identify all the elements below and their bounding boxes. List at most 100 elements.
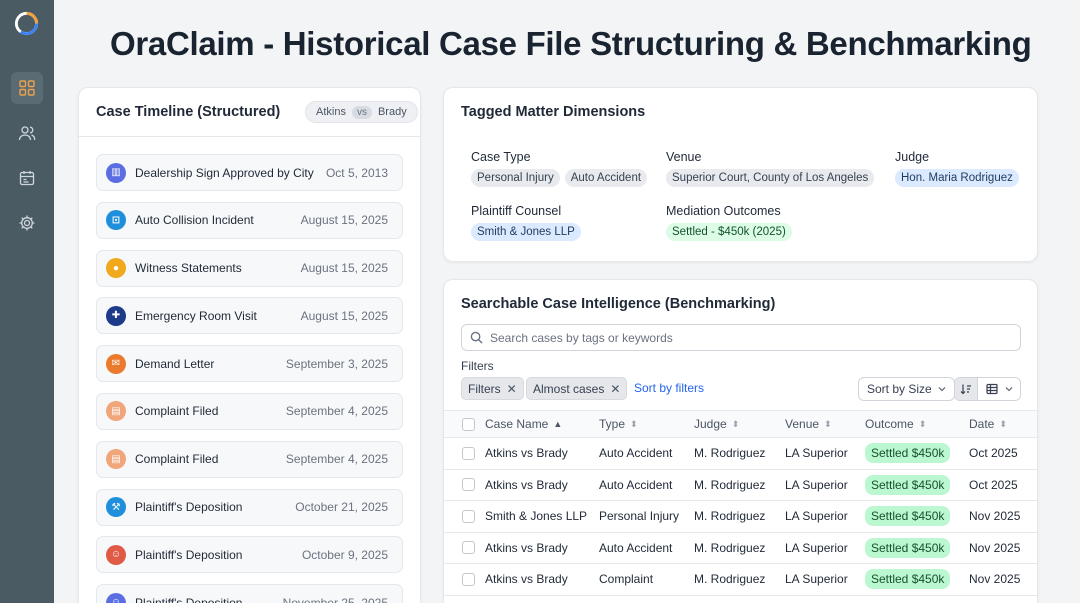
case-timeline-panel: Case Timeline (Structured) Atkins vs Bra… (78, 87, 421, 603)
select-all-checkbox[interactable] (462, 417, 475, 431)
table-cell: Nov 2025 (969, 572, 1021, 587)
table-row[interactable]: Atkins vs Brady Auto Accident M. Rodriguez… (444, 470, 1037, 501)
timeline-event-label: Plaintiff's Deposition (135, 547, 243, 562)
table-row[interactable]: Atkins vs Brady Auto Accident M. Rodriguez… (444, 438, 1037, 470)
timeline-event-date: August 15, 2025 (300, 261, 388, 276)
table-cell: M. Rodriguez (694, 446, 766, 461)
table-cell: LA Superior (785, 477, 848, 492)
list-view-icon (986, 383, 998, 395)
timeline-event-date: September 4, 2025 (285, 452, 388, 467)
timeline-event[interactable]: ● Witness Statements August 15, 2025 (96, 249, 403, 287)
timeline-event-date: September 3, 2025 (285, 356, 388, 371)
filter-chip[interactable]: Filters ✕ (461, 377, 524, 400)
column-header-label: Date (969, 417, 995, 431)
table-row[interactable]: Atkins vs Brady Complaint M. Rodriguez LA S… (444, 564, 1037, 596)
judge-group: Judge Hon. Maria Rodriguez (895, 150, 1019, 187)
timeline-event-date: September 4, 2025 (285, 404, 388, 419)
sidebar-item-dashboard[interactable] (11, 72, 43, 104)
case-type-tag[interactable]: Personal Injury (471, 169, 560, 187)
timeline-event-date: November 25, 2025 (282, 595, 388, 603)
timeline-event-date: August 15, 2025 (300, 308, 388, 323)
row-checkbox[interactable] (462, 541, 475, 555)
document-icon: ▤ (106, 401, 126, 422)
row-checkbox[interactable] (462, 446, 475, 460)
table-row[interactable]: Smith & Jones LLP Personal Injury M. Rodri… (444, 501, 1037, 533)
search-panel-title: Searchable Case Intelligence (Benchmarki… (461, 296, 776, 312)
view-toggle (954, 377, 1021, 401)
judge-tag[interactable]: Hon. Maria Rodriguez (895, 169, 1019, 187)
table-cell: Atkins vs Brady (485, 572, 568, 587)
timeline-event[interactable]: ⊡ Auto Collision Incident August 15, 2025 (96, 201, 403, 239)
table-cell: Nov 2025 (969, 540, 1021, 555)
row-checkbox[interactable] (462, 478, 475, 492)
column-header-outcome[interactable]: Outcome ⬍ (865, 411, 926, 437)
users-icon (18, 126, 36, 141)
sidebar-item-users[interactable] (11, 117, 43, 149)
column-header-judge[interactable]: Judge ⬍ (694, 411, 739, 437)
sidebar-item-calendar[interactable] (11, 162, 43, 194)
plaintiff-counsel-group: Plaintiff Counsel Smith & Jones LLP (471, 204, 581, 241)
filter-chip[interactable]: Almost cases ✕ (526, 377, 628, 400)
sort-order-button[interactable] (955, 378, 979, 400)
divider (79, 136, 420, 137)
timeline-event[interactable]: ✚ Emergency Room Visit August 15, 2025 (96, 297, 403, 335)
timeline-event[interactable]: ☺ Plaintiff's Deposition October 9, 2025 (96, 536, 403, 574)
dimensions-title: Tagged Matter Dimensions (461, 104, 646, 120)
row-checkbox[interactable] (462, 572, 475, 586)
dashboard-icon (19, 80, 35, 96)
timeline-event[interactable]: ✉ Demand Letter September 3, 2025 (96, 345, 403, 383)
column-header-label: Outcome (865, 417, 914, 431)
sidebar-item-settings[interactable] (11, 207, 43, 239)
page-title: OraClaim - Historical Case File Structur… (110, 25, 1032, 62)
car-icon: ⊡ (106, 210, 126, 231)
table-cell: LA Superior (785, 509, 848, 524)
timeline-event-date: August 15, 2025 (300, 213, 388, 228)
timeline-event-date: October 9, 2025 (301, 547, 388, 562)
column-header-label: Venue (785, 417, 820, 431)
view-mode-button[interactable] (978, 378, 1020, 400)
column-header-type[interactable]: Type ⬍ (599, 411, 638, 437)
table-row[interactable]: Atkins vs Brady Auto Accident M. Rodriguez… (444, 533, 1037, 564)
case-type-tag[interactable]: Auto Accident (564, 169, 648, 187)
table-cell: LA Superior (785, 446, 848, 461)
search-input[interactable] (490, 330, 990, 345)
timeline-event[interactable]: ☺ Plaintiff's Deposition November 25, 2025 (96, 584, 403, 603)
case-parties-pill[interactable]: Atkins vs Brady (305, 101, 418, 123)
close-icon[interactable]: ✕ (610, 382, 620, 396)
timeline-event[interactable]: ▤ Complaint Filed September 4, 2025 (96, 392, 403, 430)
timeline-event-label: Dealership Sign Approved by City (135, 165, 314, 180)
sort-by-filters-link[interactable]: Sort by filters (634, 381, 704, 395)
letter-icon: ✉ (106, 353, 126, 374)
sort-select[interactable]: Sort by Size (858, 377, 955, 401)
timeline-event[interactable]: ▥ Dealership Sign Approved by City Oct 5, … (96, 154, 403, 191)
table-cell: M. Rodriguez (694, 509, 766, 524)
filter-chip-label: Filters (468, 381, 501, 396)
chevron-down-icon (938, 387, 946, 392)
gavel-icon: ⚒ (106, 497, 126, 518)
column-header-date[interactable]: Date ⬍ (969, 411, 1007, 437)
timeline-event-label: Demand Letter (135, 356, 215, 371)
case-type-group: Case Type Personal Injury Auto Accident (471, 150, 648, 187)
timeline-event-label: Complaint Filed (135, 404, 219, 419)
sort-icon: ⬍ (999, 418, 1007, 429)
timeline-event[interactable]: ⚒ Plaintiff's Deposition October 21, 2025 (96, 488, 403, 526)
search-box (461, 324, 1021, 351)
column-header-venue[interactable]: Venue ⬍ (785, 411, 832, 437)
column-header-label: Case Name (485, 417, 549, 431)
column-header-label: Judge (694, 417, 727, 431)
table-cell: M. Rodriguez (694, 540, 766, 555)
timeline-event[interactable]: ▤ Complaint Filed September 4, 2025 (96, 440, 403, 478)
row-checkbox[interactable] (462, 509, 475, 523)
building-icon: ▥ (106, 162, 126, 183)
sort-icon: ⬍ (824, 418, 832, 429)
plaintiff-counsel-tag[interactable]: Smith & Jones LLP (471, 223, 581, 241)
column-header-case-name[interactable]: Case Name ▲ (485, 411, 562, 437)
venue-tag[interactable]: Superior Court, County of Los Angeles (666, 169, 875, 187)
table-cell: Nov 2025 (969, 509, 1021, 524)
mediation-outcome-tag[interactable]: Settled - $450k (2025) (666, 223, 792, 241)
table-cell: Oct 2025 (969, 477, 1018, 492)
close-icon[interactable]: ✕ (507, 382, 517, 396)
calendar-icon (19, 171, 35, 186)
mediation-outcomes-group: Mediation Outcomes Settled - $450k (2025… (666, 204, 792, 241)
chevron-down-icon (1005, 387, 1013, 392)
